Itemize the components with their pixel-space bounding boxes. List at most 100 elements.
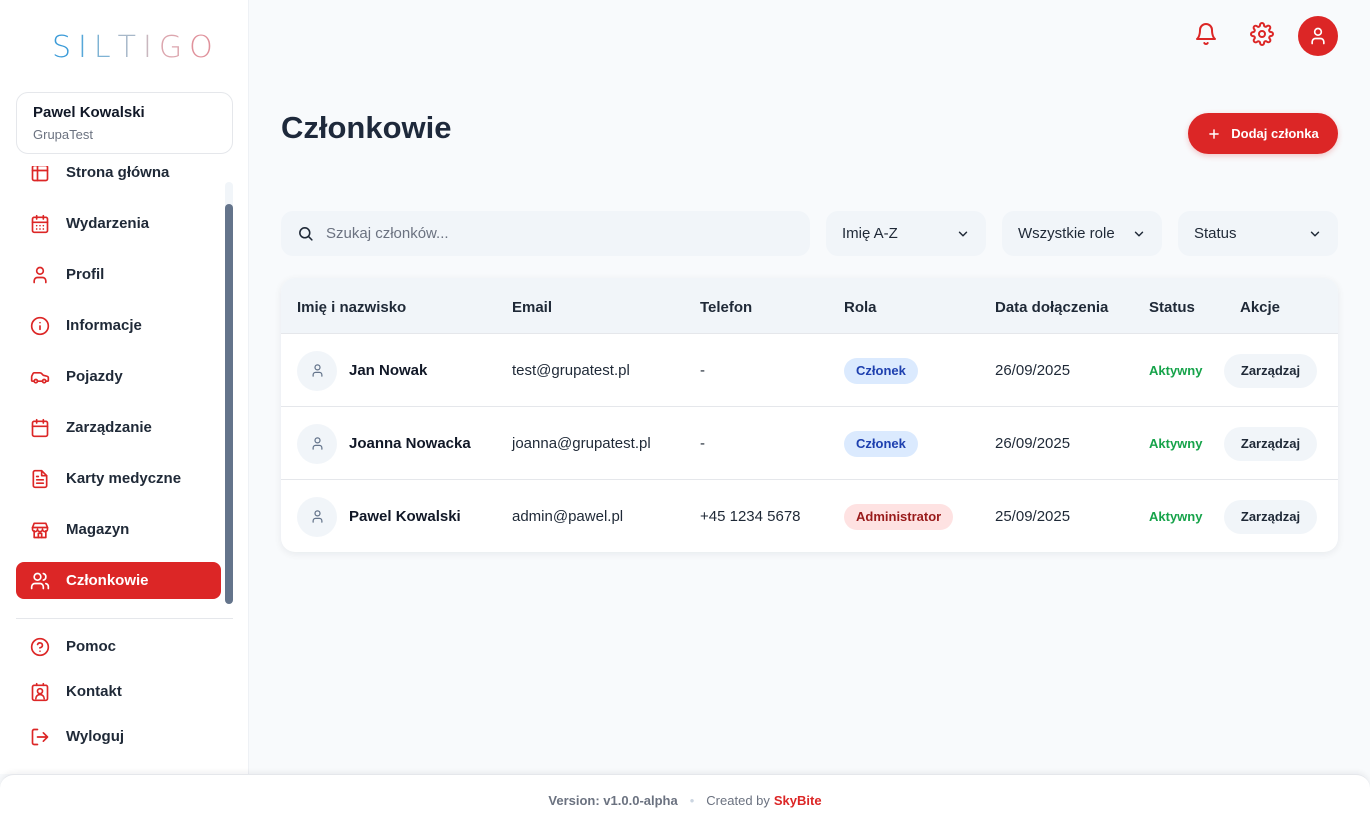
- sidebar-item-label: Pomoc: [66, 638, 117, 655]
- member-status-cell: Aktywny: [1149, 480, 1202, 552]
- member-joined: 26/09/2025: [995, 435, 1071, 452]
- footer-separator: •: [689, 793, 695, 808]
- sort-select-value: Imię A-Z: [842, 225, 898, 242]
- sidebar: SILTIGO Pawel Kowalski GrupaTest Strona …: [0, 0, 249, 774]
- sidebar-scrollbar-thumb[interactable]: [225, 204, 233, 604]
- settings-gear-icon[interactable]: [1250, 22, 1274, 46]
- member-email: admin@pawel.pl: [512, 508, 624, 525]
- sidebar-item-label: Zarządzanie: [66, 419, 152, 436]
- sidebar-item-help[interactable]: Pomoc: [16, 628, 221, 665]
- column-header-status[interactable]: Status: [1149, 299, 1195, 316]
- sidebar-item-management[interactable]: Zarządzanie: [16, 409, 221, 446]
- member-role-cell: Administrator: [844, 480, 954, 552]
- column-header-role[interactable]: Rola: [844, 299, 877, 316]
- logout-icon: [30, 727, 50, 747]
- member-role-cell: Członek: [844, 407, 918, 480]
- sidebar-item-label: Strona główna: [66, 166, 170, 181]
- help-icon: [30, 637, 50, 657]
- user-icon: [310, 509, 325, 524]
- sidebar-item-profile[interactable]: Profil: [16, 256, 221, 293]
- member-actions-cell: Zarządzaj: [1224, 407, 1317, 480]
- users-icon: [30, 571, 50, 591]
- user-avatar-button[interactable]: [1298, 16, 1338, 56]
- logo-letter: G: [158, 30, 190, 65]
- calendar-icon: [30, 214, 50, 234]
- status-badge: Aktywny: [1149, 436, 1203, 451]
- status-filter-value: Status: [1194, 225, 1237, 242]
- chevron-down-icon: [1308, 227, 1322, 241]
- page-title: Członkowie: [281, 110, 452, 145]
- store-icon: [30, 520, 50, 540]
- sidebar-item-info[interactable]: Informacje: [16, 307, 221, 344]
- table-row: Jan Nowak test@grupatest.pl - Członek 26…: [281, 334, 1338, 407]
- logo-letter: I: [78, 30, 94, 65]
- column-header-joined[interactable]: Data dołączenia: [995, 299, 1108, 316]
- sidebar-item-label: Wydarzenia: [66, 215, 150, 232]
- search-input[interactable]: [326, 225, 786, 242]
- avatar: [297, 423, 337, 464]
- manage-member-button[interactable]: Zarządzaj: [1224, 353, 1317, 388]
- sidebar-item-vehicles[interactable]: Pojazdy: [16, 358, 221, 395]
- member-actions-cell: Zarządzaj: [1224, 480, 1317, 552]
- search-icon: [297, 225, 314, 242]
- sidebar-item-events[interactable]: Wydarzenia: [16, 205, 221, 242]
- member-name-cell: Jan Nowak: [297, 334, 427, 407]
- add-member-button[interactable]: Dodaj członka: [1188, 113, 1338, 154]
- user-card[interactable]: Pawel Kowalski GrupaTest: [16, 92, 233, 154]
- chevron-down-icon: [956, 227, 970, 241]
- manage-member-button[interactable]: Zarządzaj: [1224, 499, 1317, 534]
- column-header-phone[interactable]: Telefon: [700, 299, 752, 316]
- status-filter-select[interactable]: Status: [1178, 211, 1338, 256]
- logo-letter: I: [142, 30, 159, 65]
- sort-select[interactable]: Imię A-Z: [826, 211, 986, 256]
- user-icon: [1308, 26, 1328, 46]
- sidebar-item-logout[interactable]: Wyloguj: [16, 718, 221, 755]
- sidebar-item-medical-cards[interactable]: Karty medyczne: [16, 460, 221, 497]
- table-header: Imię i nazwisko Email Telefon Rola Data …: [281, 278, 1338, 334]
- sidebar-item-contact[interactable]: Kontakt: [16, 673, 221, 710]
- column-header-email[interactable]: Email: [512, 299, 552, 316]
- version-label: Version: v1.0.0-alpha: [548, 793, 678, 808]
- sidebar-item-members[interactable]: Członkowie: [16, 562, 221, 599]
- manage-member-button[interactable]: Zarządzaj: [1224, 426, 1317, 461]
- member-name: Pawel Kowalski: [349, 508, 461, 525]
- role-badge: Administrator: [844, 503, 954, 530]
- car-icon: [30, 367, 50, 387]
- sidebar-item-label: Pojazdy: [66, 368, 123, 385]
- member-name: Joanna Nowacka: [349, 435, 471, 452]
- member-actions-cell: Zarządzaj: [1224, 334, 1317, 407]
- member-name-cell: Pawel Kowalski: [297, 480, 461, 552]
- user-group: GrupaTest: [33, 127, 93, 142]
- member-email: joanna@grupatest.pl: [512, 435, 651, 452]
- member-name-cell: Joanna Nowacka: [297, 407, 471, 480]
- member-phone: -: [700, 362, 705, 379]
- sidebar-item-label: Informacje: [66, 317, 142, 334]
- member-role-cell: Członek: [844, 334, 918, 407]
- user-icon: [310, 363, 325, 378]
- member-phone: -: [700, 435, 705, 452]
- role-badge: Członek: [844, 430, 918, 457]
- role-filter-select[interactable]: Wszystkie role: [1002, 211, 1162, 256]
- search-box: [281, 211, 810, 256]
- member-joined: 26/09/2025: [995, 362, 1071, 379]
- avatar: [297, 350, 337, 391]
- sidebar-item-warehouse[interactable]: Magazyn: [16, 511, 221, 548]
- app-logo[interactable]: SILTIGO: [52, 30, 220, 65]
- status-badge: Aktywny: [1149, 363, 1203, 378]
- contact-icon: [30, 682, 50, 702]
- status-badge: Aktywny: [1149, 509, 1203, 524]
- notifications-bell-icon[interactable]: [1194, 22, 1218, 46]
- column-header-name[interactable]: Imię i nazwisko: [297, 299, 406, 316]
- role-filter-value: Wszystkie role: [1018, 225, 1115, 242]
- sidebar-item-label: Magazyn: [66, 521, 130, 538]
- sidebar-item-home[interactable]: Strona główna: [16, 166, 221, 191]
- member-status-cell: Aktywny: [1149, 407, 1202, 480]
- sidebar-item-label: Karty medyczne: [66, 470, 182, 487]
- member-phone: +45 1234 5678: [700, 508, 801, 525]
- table-row: Pawel Kowalski admin@pawel.pl +45 1234 5…: [281, 480, 1338, 552]
- brand-link[interactable]: SkyBite: [774, 793, 822, 808]
- member-email: test@grupatest.pl: [512, 362, 630, 379]
- logo-letter: T: [117, 30, 143, 65]
- calendar-icon: [30, 418, 50, 438]
- sidebar-bottom-nav: Pomoc Kontakt Wyloguj: [16, 628, 221, 763]
